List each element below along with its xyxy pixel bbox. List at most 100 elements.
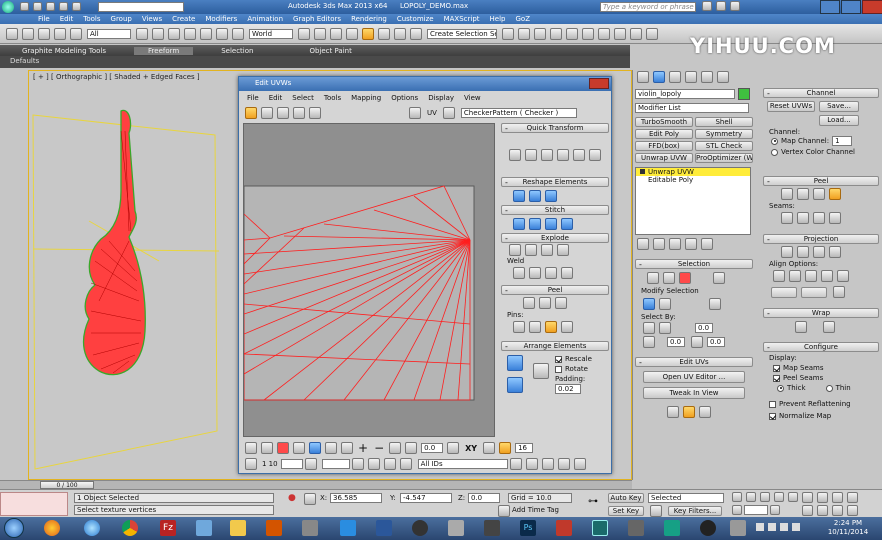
uvw-move-icon[interactable] (245, 107, 257, 119)
current-frame-input[interactable] (744, 505, 768, 515)
zoom-region-icon[interactable] (541, 458, 554, 470)
named-selection-dropdown[interactable]: Create Selection Se (427, 28, 497, 39)
display-tab-icon[interactable] (701, 71, 713, 83)
set-key-icon[interactable] (650, 505, 662, 517)
peel-seams-checkbox[interactable] (773, 374, 780, 382)
scale-icon[interactable] (232, 27, 244, 40)
y-coord-input[interactable]: -4.547 (400, 493, 452, 503)
padding-input[interactable]: 0.02 (555, 384, 581, 394)
uvw-uv-toggle-icon[interactable] (442, 107, 455, 119)
wrap-header[interactable]: - Wrap (763, 308, 879, 318)
weld-threshold-icon[interactable] (561, 267, 573, 279)
select-by-id-icon[interactable] (643, 322, 655, 334)
align-y-icon[interactable] (789, 270, 801, 282)
go-start-icon[interactable] (732, 492, 742, 502)
freeze-icon[interactable] (383, 458, 396, 470)
explode-break-icon[interactable] (509, 244, 521, 256)
pin-icon[interactable] (513, 321, 525, 333)
key-icon[interactable]: ⊶ (588, 496, 598, 507)
uvw-menu-display[interactable]: Display (428, 94, 454, 102)
ribbon-tab-graphite[interactable]: Graphite Modeling Tools (22, 47, 106, 55)
reset-icon[interactable] (833, 286, 845, 298)
ribbon-tab-freeform[interactable]: Freeform (134, 46, 194, 55)
uv-toggle-icon[interactable] (483, 442, 496, 454)
mod-stl-check-button[interactable]: STL Check (695, 141, 753, 151)
face-mode-icon[interactable] (277, 442, 289, 454)
hierarchy-tab-icon[interactable] (669, 71, 681, 83)
bulb-icon[interactable] (640, 169, 645, 174)
peel-mode-icon[interactable] (797, 188, 809, 200)
select-object-icon[interactable] (136, 27, 148, 40)
pack-custom-icon[interactable] (507, 377, 523, 393)
mod-turbosmooth-button[interactable]: TurboSmooth (635, 117, 693, 127)
vertex-color-radio[interactable] (771, 148, 778, 156)
search-input[interactable]: Type a keyword or phrase (600, 2, 696, 12)
open-file-icon[interactable] (33, 2, 42, 11)
taskbar-dropbox-icon[interactable] (340, 520, 356, 536)
uvw-menu-file[interactable]: File (247, 94, 259, 102)
menu-modifiers[interactable]: Modifiers (205, 15, 237, 23)
uvw-mirror-icon[interactable] (309, 107, 321, 119)
pivot-center-icon[interactable] (298, 27, 310, 40)
grow-selection-icon[interactable] (643, 298, 655, 310)
modifier-list-dropdown[interactable]: Modifier List (635, 103, 749, 113)
filter-icon[interactable] (304, 458, 317, 470)
filter-selected-icon[interactable] (399, 458, 412, 470)
nav-maximize-icon[interactable] (847, 505, 858, 516)
uvw-menu-tools[interactable]: Tools (324, 94, 341, 102)
taskbar-network-icon[interactable] (196, 520, 212, 536)
minimize-button[interactable] (820, 0, 840, 14)
shrink-icon[interactable] (341, 442, 353, 454)
ring-icon[interactable] (389, 442, 402, 454)
qt-flip-icon[interactable] (589, 149, 601, 161)
make-unique-icon[interactable] (669, 238, 681, 250)
weld-target-icon[interactable] (529, 267, 541, 279)
pack-together-icon[interactable] (533, 363, 549, 379)
u-value-input[interactable]: 0.0 (421, 443, 444, 453)
add-time-tag-button[interactable]: Add Time Tag (512, 506, 559, 514)
fit-button[interactable] (771, 286, 797, 298)
mod-shell-button[interactable]: Shell (695, 117, 753, 127)
tray-network-icon[interactable] (768, 523, 776, 531)
pan-icon[interactable] (509, 458, 522, 470)
uv-canvas[interactable] (243, 123, 495, 437)
time-config-icon[interactable] (770, 505, 780, 515)
center-button[interactable] (801, 286, 827, 298)
pin-stack-icon[interactable] (637, 238, 649, 250)
selection-filter-dropdown[interactable]: All (87, 28, 131, 39)
key-mode-icon[interactable] (732, 505, 742, 515)
thick-radio[interactable] (777, 384, 784, 392)
open-uv-editor-button[interactable]: Open UV Editor ... (643, 371, 745, 383)
peel-lscm-icon[interactable] (539, 297, 551, 309)
motion-tab-icon[interactable] (685, 71, 697, 83)
peel-quick-icon[interactable] (523, 297, 535, 309)
uvw-freeform-icon[interactable] (293, 107, 305, 119)
start-button[interactable] (4, 518, 24, 538)
material-editor-icon[interactable] (598, 27, 610, 40)
quick-transform-header[interactable]: - Quick Transform (501, 123, 609, 133)
edit-uvs-header[interactable]: - Edit UVs (635, 357, 753, 367)
window-crossing-icon[interactable] (184, 27, 196, 40)
map-channel-radio[interactable] (771, 137, 778, 145)
menu-create[interactable]: Create (172, 15, 195, 23)
z-coord-input[interactable]: 0.0 (468, 493, 500, 503)
show-end-result-icon[interactable] (653, 238, 665, 250)
loop-selection-icon[interactable] (709, 298, 721, 310)
arrange-header[interactable]: - Arrange Elements (501, 341, 609, 351)
app-logo-icon[interactable] (2, 1, 14, 13)
pin-select-icon[interactable] (561, 321, 573, 333)
undo-toolbar-icon[interactable] (6, 27, 18, 40)
weld-all-icon[interactable] (545, 267, 557, 279)
align-view-icon[interactable] (837, 270, 849, 282)
utilities-tab-icon[interactable] (717, 71, 729, 83)
prev-frame-icon[interactable] (746, 492, 756, 502)
grow-icon[interactable] (325, 442, 337, 454)
tweak-in-view-button[interactable]: Tweak In View (643, 387, 745, 399)
remove-modifier-icon[interactable] (685, 238, 697, 250)
reshape-relax-settings-icon[interactable] (545, 190, 557, 202)
save-file-icon[interactable] (46, 2, 55, 11)
taskbar-photoshop-icon[interactable]: Ps (520, 520, 536, 536)
thin-radio[interactable] (825, 384, 833, 392)
reshape-header[interactable]: - Reshape Elements (501, 177, 609, 187)
configure-header[interactable]: - Configure (763, 342, 879, 352)
